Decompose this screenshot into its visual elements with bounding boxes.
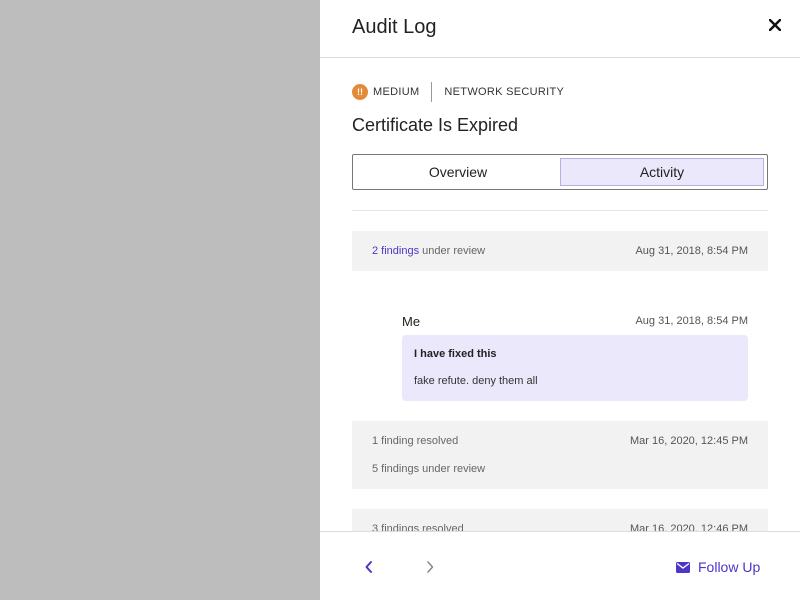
- follow-up-label: Follow Up: [698, 559, 761, 575]
- event-timestamp: Aug 31, 2018, 8:54 PM: [635, 245, 748, 257]
- meta-divider: [431, 82, 433, 102]
- findings-link[interactable]: 2 findings: [372, 245, 419, 257]
- tab-bar: Overview Activity: [352, 154, 768, 190]
- comment-item: Me Aug 31, 2018, 8:54 PM I have fixed th…: [352, 291, 768, 421]
- event-text: 2 findings under review: [372, 245, 485, 257]
- next-button[interactable]: [419, 556, 441, 578]
- event-timestamp: Mar 16, 2020, 12:46 PM: [629, 523, 748, 531]
- tab-activity[interactable]: Activity: [560, 158, 764, 186]
- divider: [352, 210, 768, 211]
- event-text: 3 findings resolved: [372, 523, 464, 531]
- activity-event: 2 findings under review Aug 31, 2018, 8:…: [352, 231, 768, 271]
- follow-up-button[interactable]: Follow Up: [676, 556, 760, 578]
- comment-bubble: I have fixed this fake refute. deny them…: [402, 335, 748, 401]
- envelope-icon: [676, 561, 690, 573]
- severity-label: MEDIUM: [373, 86, 420, 98]
- chevron-left-icon: [365, 561, 372, 573]
- finding-meta: !! MEDIUM NETWORK SECURITY: [352, 82, 564, 102]
- panel-header: Audit Log: [320, 0, 800, 58]
- severity-icon: !!: [352, 84, 368, 100]
- event-text: 1 finding resolved: [372, 435, 459, 447]
- comment-author: Me: [402, 314, 421, 329]
- close-button[interactable]: [764, 14, 786, 36]
- panel-content: !! MEDIUM NETWORK SECURITY Certificate I…: [352, 58, 768, 531]
- chevron-right-icon: [427, 561, 434, 573]
- comment-timestamp: Aug 31, 2018, 8:54 PM: [635, 315, 748, 327]
- event-text-secondary: 5 findings under review: [372, 463, 486, 475]
- tab-overview[interactable]: Overview: [356, 158, 560, 186]
- finding-title: Certificate Is Expired: [352, 115, 519, 135]
- panel-title: Audit Log: [352, 16, 437, 38]
- modal-backdrop[interactable]: [0, 0, 320, 600]
- event-timestamp: Mar 16, 2020, 12:45 PM: [629, 435, 748, 447]
- comment-body: fake refute. deny them all: [414, 375, 538, 387]
- close-icon: [769, 19, 781, 31]
- panel-footer: Follow Up: [320, 531, 800, 600]
- previous-button[interactable]: [358, 556, 380, 578]
- event-status: under review: [419, 245, 486, 257]
- category-label: NETWORK SECURITY: [444, 86, 565, 98]
- activity-feed: 2 findings under review Aug 31, 2018, 8:…: [352, 231, 768, 531]
- comment-subject: I have fixed this: [414, 348, 497, 360]
- activity-event: 3 findings resolved Mar 16, 2020, 12:46 …: [352, 509, 768, 531]
- audit-log-panel: Audit Log !! MEDIUM NETWORK SECURITY Cer…: [320, 0, 800, 600]
- activity-event: 1 finding resolved Mar 16, 2020, 12:45 P…: [352, 421, 768, 489]
